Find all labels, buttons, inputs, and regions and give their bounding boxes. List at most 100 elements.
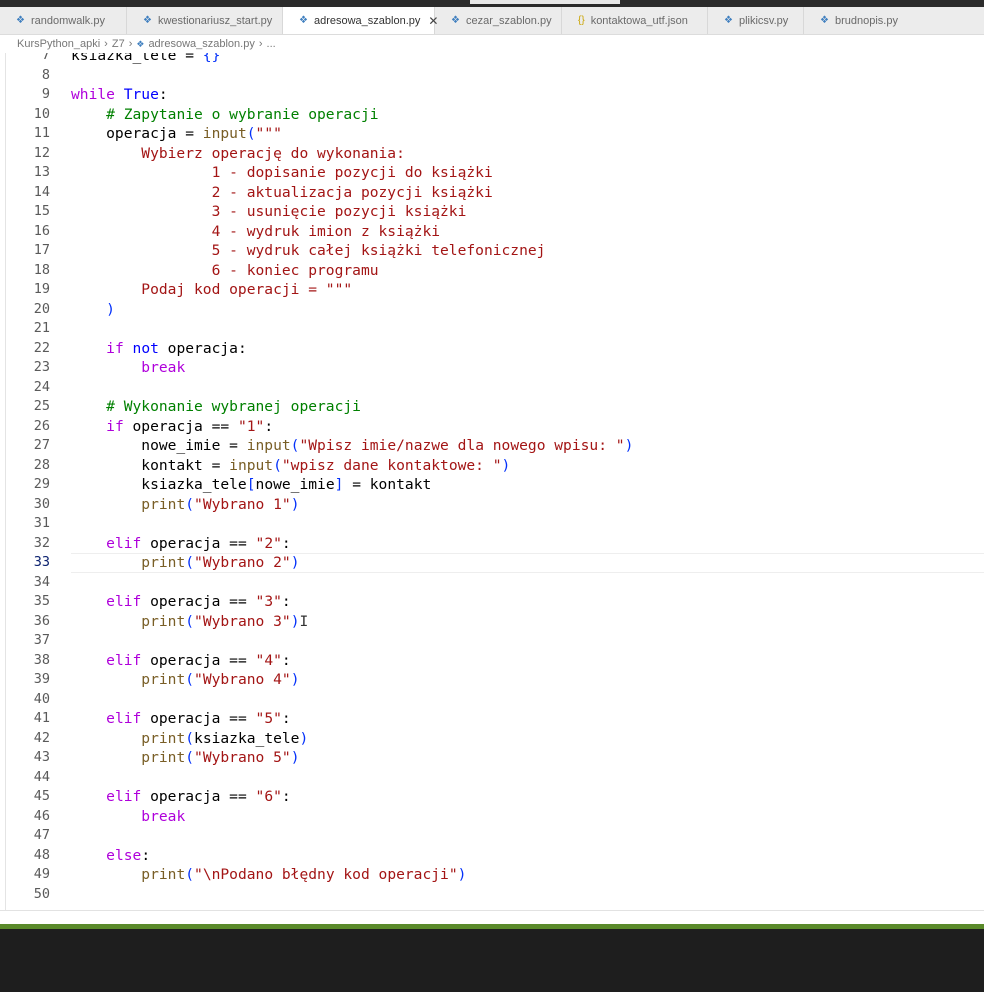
line-number: 47 (33, 827, 50, 843)
code-text: Wybierz operację do wykonania: (71, 144, 405, 162)
code-line[interactable]: 10 # Zapytanie o wybranie operacji (0, 105, 984, 125)
breadcrumb-item[interactable]: ... (267, 38, 276, 50)
tab-label: cezar_szablon.py (465, 14, 552, 27)
line-number: 19 (33, 281, 50, 297)
code-text: break (141, 807, 186, 825)
line-number: 31 (33, 515, 50, 531)
code-line[interactable]: 32 elif operacja == "2": (0, 534, 984, 554)
line-number: 42 (33, 729, 50, 746)
line-number: 28 (33, 456, 50, 473)
line-number: 29 (33, 476, 50, 492)
code-text: elif operacja == "6": (106, 788, 291, 805)
code-line[interactable]: 24 (0, 378, 984, 398)
code-line[interactable]: 50 (0, 885, 984, 905)
code-line[interactable]: 15 3 - usunięcie pozycji książki (0, 202, 984, 222)
code-text: print("Wybrano 5") (141, 749, 300, 766)
code-text: 3 - usunięcie pozycji książki (71, 203, 467, 220)
code-line[interactable]: 7 ksiazka_tele = {} (0, 53, 984, 66)
code-line[interactable]: 29 ksiazka_tele[nowe_imie] = kontakt (0, 475, 984, 495)
line-number: 21 (33, 320, 50, 336)
breadcrumb-item[interactable]: KursPython_apki (17, 38, 100, 50)
chevron-right-icon: › (128, 38, 133, 50)
tab-randomwalk[interactable]: ❖ randomwalk.py (0, 7, 127, 34)
line-number: 46 (33, 807, 50, 824)
code-line[interactable]: 25 # Wykonanie wybranej operacji (0, 397, 984, 417)
code-line[interactable]: 18 6 - koniec programu (0, 261, 984, 281)
line-number: 9 (41, 86, 50, 102)
python-icon: ❖ (299, 15, 308, 26)
tab-brudnopis[interactable]: ❖ brudnopis.py (804, 7, 984, 34)
code-text: while True: (71, 86, 168, 103)
code-text: if not operacja: (106, 339, 247, 357)
code-editor[interactable]: 7 ksiazka_tele = {} 8 9 while True: 10 # Zapy… (0, 53, 984, 910)
python-icon: ❖ (16, 15, 25, 26)
code-line[interactable]: 14 2 - aktualizacja pozycji książki (0, 183, 984, 203)
json-icon: {} (578, 15, 585, 26)
code-line[interactable]: 23 break (0, 358, 984, 378)
code-line[interactable]: 38 elif operacja == "4": (0, 651, 984, 671)
code-text: print("\nPodano błędny kod operacji") (141, 866, 467, 883)
horizontal-scrollbar[interactable] (0, 910, 984, 925)
code-line[interactable]: 11 operacja = input(""" (0, 124, 984, 144)
code-text: else: (106, 846, 151, 864)
line-number: 13 (33, 164, 50, 180)
code-line[interactable]: 42 print(ksiazka_tele) (0, 729, 984, 749)
code-line[interactable]: 44 (0, 768, 984, 788)
code-line[interactable]: 21 (0, 319, 984, 339)
code-line[interactable]: 37 (0, 631, 984, 651)
code-line[interactable]: 26 if operacja == "1": (0, 417, 984, 437)
code-line[interactable]: 27 nowe_imie = input("Wpisz imie/nazwe d… (0, 436, 984, 456)
text-cursor-icon: I (299, 612, 309, 630)
code-line[interactable]: 45 elif operacja == "6": (0, 787, 984, 807)
code-line[interactable]: 19 Podaj kod operacji = """ (0, 280, 984, 300)
code-line[interactable]: 31 (0, 514, 984, 534)
tab-kontaktowa-utf-json[interactable]: {} kontaktowa_utf.json (562, 7, 708, 34)
tab-cezar-szablon[interactable]: ❖ cezar_szablon.py (435, 7, 562, 34)
code-text: ksiazka_tele = {} (71, 53, 221, 64)
title-notch (470, 0, 620, 4)
code-line[interactable]: 34 (0, 573, 984, 593)
code-line[interactable]: 39 print("Wybrano 4") (0, 670, 984, 690)
code-line[interactable]: 28 kontakt = input("wpisz dane kontaktow… (0, 456, 984, 476)
code-line[interactable]: 17 5 - wydruk całej książki telefoniczne… (0, 241, 984, 261)
code-text: 1 - dopisanie pozycji do książki (71, 164, 493, 181)
code-line[interactable]: 49 print("\nPodano błędny kod operacji") (0, 865, 984, 885)
code-line[interactable]: 12 Wybierz operację do wykonania: (0, 144, 984, 164)
line-number: 22 (33, 339, 50, 356)
code-line[interactable]: 46 break (0, 807, 984, 827)
code-line[interactable]: 13 1 - dopisanie pozycji do książki (0, 163, 984, 183)
code-line[interactable]: 33 print("Wybrano 2") (0, 553, 984, 573)
code-line[interactable]: 40 (0, 690, 984, 710)
line-number: 37 (33, 632, 50, 648)
line-number: 27 (33, 437, 50, 453)
code-line[interactable]: 48 else: (0, 846, 984, 866)
line-number: 20 (33, 300, 50, 317)
code-line[interactable]: 36 print("Wybrano 3")I (0, 612, 984, 632)
line-number: 16 (33, 222, 50, 239)
line-number: 23 (33, 359, 50, 375)
line-number: 49 (33, 866, 50, 882)
code-text: kontakt = input("wpisz dane kontaktowe: … (71, 456, 511, 474)
code-line[interactable]: 9 while True: (0, 85, 984, 105)
code-line[interactable]: 20 ) (0, 300, 984, 320)
code-line[interactable]: 8 (0, 66, 984, 86)
line-number: 40 (33, 690, 50, 707)
code-line[interactable]: 47 (0, 826, 984, 846)
breadcrumb-item[interactable]: Z7 (112, 38, 125, 50)
editor-tab-bar: ❖ randomwalk.py ❖ kwestionariusz_start.p… (0, 7, 984, 35)
breadcrumb-item[interactable]: adresowa_szablon.py (148, 38, 254, 50)
code-line[interactable]: 30 print("Wybrano 1") (0, 495, 984, 515)
line-number: 14 (33, 183, 50, 200)
line-number: 48 (33, 846, 50, 863)
tab-kwestionariusz-start[interactable]: ❖ kwestionariusz_start.py (127, 7, 283, 34)
line-number: 43 (33, 749, 50, 765)
tab-plikicsv[interactable]: ❖ plikicsv.py (708, 7, 804, 34)
code-line[interactable]: 43 print("Wybrano 5") (0, 748, 984, 768)
code-line[interactable]: 41 elif operacja == "5": (0, 709, 984, 729)
tab-label: adresowa_szablon.py (313, 14, 421, 27)
tab-adresowa-szablon[interactable]: ❖ adresowa_szablon.py ✕ (283, 7, 438, 34)
code-text: if operacja == "1": (106, 417, 274, 435)
code-line[interactable]: 16 4 - wydruk imion z książki (0, 222, 984, 242)
code-line[interactable]: 35 elif operacja == "3": (0, 592, 984, 612)
code-line[interactable]: 22 if not operacja: (0, 339, 984, 359)
